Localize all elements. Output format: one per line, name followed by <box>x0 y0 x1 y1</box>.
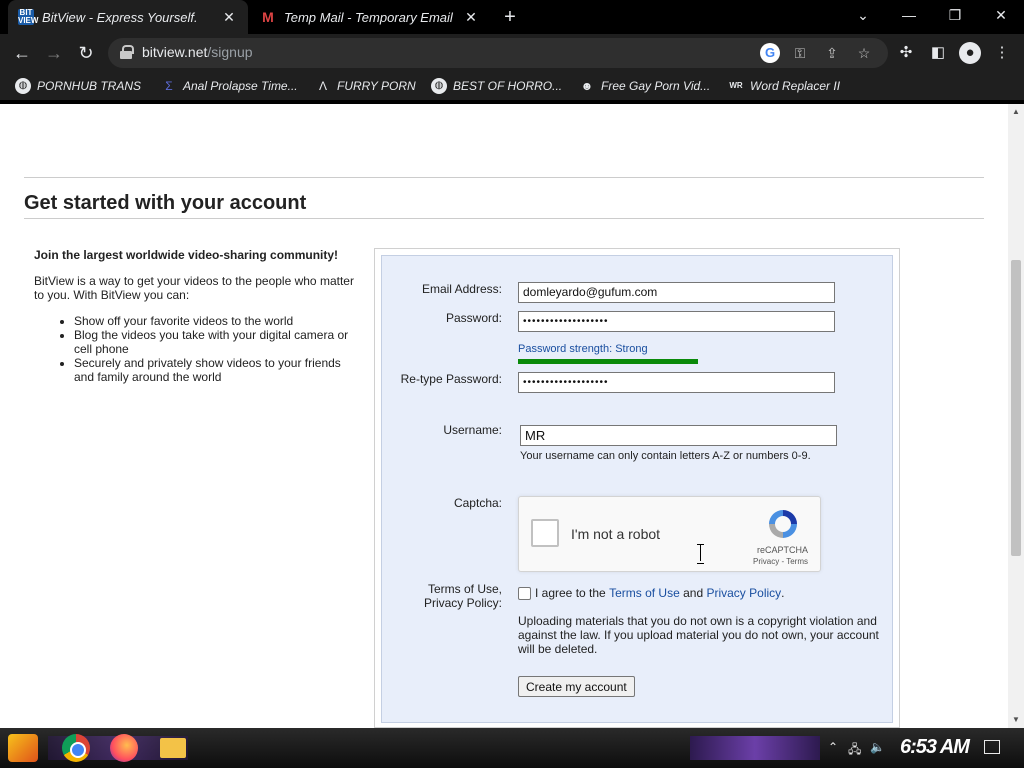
recaptcha-label: I'm not a robot <box>571 526 661 542</box>
password-strength-bar <box>518 359 698 364</box>
lambda-icon: Λ <box>318 79 327 93</box>
close-tab-icon[interactable]: ✕ <box>462 9 480 26</box>
divider <box>24 218 984 219</box>
bitview-favicon-icon: BIT VIEW <box>18 8 39 25</box>
sigma-icon: Σ <box>165 79 173 93</box>
password-field[interactable]: ••••••••••••••••••• <box>518 311 835 332</box>
features-list: Show off your favorite videos to the wor… <box>34 314 354 384</box>
close-window-icon[interactable]: ✕ <box>978 0 1024 30</box>
password-label: Password: <box>445 311 502 325</box>
network-icon[interactable]: 🖧 <box>848 740 861 761</box>
firefox-icon[interactable] <box>110 734 138 762</box>
bookmarks-bar: ◍ PORNHUB TRANS Σ Anal Prolapse Time... ΛF… <box>0 72 1024 100</box>
share-icon[interactable]: ⇪ <box>822 43 842 63</box>
copyright-warning: Uploading materials that you do not own … <box>518 614 879 656</box>
recaptcha-checkbox[interactable] <box>531 519 559 547</box>
restore-icon[interactable]: ❐ <box>932 0 978 30</box>
reload-icon[interactable]: ↻ <box>73 40 99 66</box>
address-bar[interactable]: bitview.net/signup G ⚿ ⇪ ☆ <box>108 38 888 68</box>
url-text[interactable]: bitview.net/signup <box>142 44 253 60</box>
side-panel-icon[interactable]: ◧ <box>927 42 949 64</box>
email-label: Email Address: <box>421 282 502 296</box>
close-tab-icon[interactable]: ✕ <box>220 9 238 26</box>
password-strength-text: Password strength: Strong <box>518 343 648 355</box>
list-item: Blog the videos you take with your digit… <box>74 328 354 356</box>
taskbar-decoration <box>690 736 820 760</box>
retype-password-field[interactable]: ••••••••••••••••••• <box>518 372 835 393</box>
agree-terms-row: I agree to the Terms of Use and Privacy … <box>518 586 785 600</box>
browser-toolbar: ← → ↻ bitview.net/signup G ⚿ ⇪ ☆ ✣ ◧ ● ⋮ <box>0 34 1024 72</box>
tab-bitview[interactable]: BIT VIEW BitView - Express Yourself. ✕ <box>8 0 248 34</box>
taskbar: ⌃ 🖧 🔈 6:53 AM <box>0 728 1024 768</box>
recaptcha-links[interactable]: Privacy - Terms <box>753 557 808 566</box>
tab-title: BitView - Express Yourself. <box>42 9 198 25</box>
extensions-puzzle-icon[interactable]: ✣ <box>895 42 917 64</box>
bookmark-item[interactable]: Σ Anal Prolapse Time... <box>161 72 297 100</box>
list-item: Securely and privately show videos to yo… <box>74 356 354 384</box>
forward-arrow-icon[interactable]: → <box>41 40 67 66</box>
username-field[interactable]: MR <box>520 425 837 446</box>
menu-kebab-icon[interactable]: ⋮ <box>991 42 1013 64</box>
bookmark-item[interactable]: ◍ PORNHUB TRANS <box>15 72 141 100</box>
intro-section: Join the largest worldwide video-sharing… <box>34 248 354 384</box>
google-icon[interactable]: G <box>760 43 780 63</box>
username-label: Username: <box>443 423 502 437</box>
username-hint: Your username can only contain letters A… <box>520 450 811 462</box>
intro-description: BitView is a way to get your videos to t… <box>34 274 354 302</box>
chrome-icon[interactable] <box>62 734 90 762</box>
scroll-down-icon[interactable]: ▼ <box>1008 712 1024 728</box>
bookmark-item[interactable]: ☻ Free Gay Porn Vid... <box>579 72 711 100</box>
recaptcha-widget: I'm not a robot reCAPTCHA Privacy - Term… <box>518 496 821 572</box>
bookmark-item[interactable]: Λ FURRY PORN <box>315 72 416 100</box>
profile-avatar-icon[interactable]: ● <box>959 42 981 64</box>
signup-form-container: Email Address: domleyardo@gufum.com Pass… <box>374 248 900 728</box>
bookmark-item[interactable]: WR Word Replacer II <box>728 72 840 100</box>
tab-strip: BIT VIEW BitView - Express Yourself. ✕ M… <box>0 0 1024 34</box>
list-item: Show off your favorite videos to the wor… <box>74 314 354 328</box>
email-field[interactable]: domleyardo@gufum.com <box>518 282 835 303</box>
new-tab-button[interactable]: + <box>498 4 522 30</box>
tab-temp-mail[interactable]: M Temp Mail - Temporary Email ✕ <box>250 0 490 34</box>
star-icon[interactable]: ☆ <box>854 43 874 63</box>
lock-icon[interactable] <box>120 45 134 59</box>
intro-heading: Join the largest worldwide video-sharing… <box>34 248 339 262</box>
tab-search-icon[interactable]: ⌄ <box>840 0 886 30</box>
scroll-up-icon[interactable]: ▲ <box>1008 104 1024 120</box>
globe-icon: ◍ <box>15 78 31 94</box>
terms-label: Terms of Use, Privacy Policy: <box>423 582 502 610</box>
bookmark-item[interactable]: ◍ BEST OF HORRO... <box>431 72 562 100</box>
agree-checkbox[interactable] <box>518 586 531 600</box>
key-icon[interactable]: ⚿ <box>790 43 810 63</box>
recaptcha-brand: reCAPTCHA <box>756 545 808 555</box>
text-cursor-icon <box>697 544 704 564</box>
page-title: Get started with your account <box>24 192 307 214</box>
captcha-label: Captcha: <box>453 496 502 510</box>
volume-icon[interactable]: 🔈 <box>870 740 885 754</box>
chevron-up-icon[interactable]: ⌃ <box>828 740 838 754</box>
terms-of-use-link[interactable]: Terms of Use <box>609 586 680 600</box>
start-button-icon[interactable] <box>8 734 38 762</box>
tab-title: Temp Mail - Temporary Email <box>284 9 453 25</box>
mask-icon: ☻ <box>580 79 594 93</box>
page-scrollbar[interactable]: ▲ ▼ <box>1008 104 1024 728</box>
page-viewport: Get started with your account Join the l… <box>0 104 1024 728</box>
wr-icon: WR <box>729 81 743 90</box>
clock[interactable]: 6:53 AM <box>900 736 970 759</box>
back-arrow-icon[interactable]: ← <box>9 40 35 66</box>
minimize-icon[interactable]: — <box>886 0 932 30</box>
create-account-button[interactable]: Create my account <box>518 676 635 697</box>
divider <box>24 177 984 178</box>
recaptcha-logo-icon <box>769 510 797 538</box>
gmail-m-icon: M <box>262 9 274 25</box>
notification-icon[interactable] <box>984 740 1000 754</box>
scroll-thumb[interactable] <box>1011 260 1021 556</box>
signup-form: Email Address: domleyardo@gufum.com Pass… <box>381 255 893 723</box>
privacy-policy-link[interactable]: Privacy Policy <box>706 586 781 600</box>
globe-icon: ◍ <box>431 78 447 94</box>
file-explorer-icon[interactable] <box>160 738 186 758</box>
retype-password-label: Re-type Password: <box>400 372 502 386</box>
